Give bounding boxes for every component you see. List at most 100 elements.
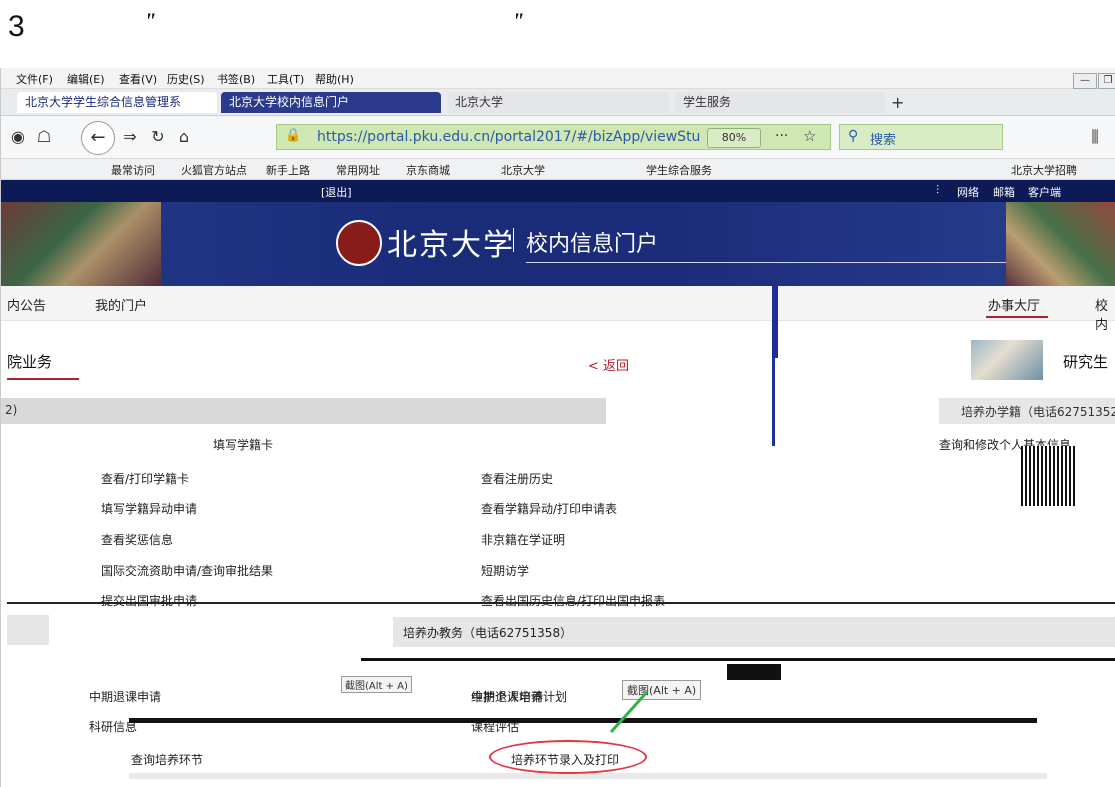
- bookmark-item[interactable]: 学生综合服务: [646, 162, 712, 178]
- lock-icon: 🔒: [285, 128, 302, 143]
- menu-bookmarks[interactable]: 书签(B): [217, 71, 255, 87]
- tab-pku[interactable]: 北京大学: [447, 92, 669, 113]
- tab-label: 北京大学校内信息门户: [229, 95, 350, 109]
- tab-student-service[interactable]: 学生服务: [675, 92, 885, 113]
- close-quote: ": [512, 8, 525, 33]
- link-personal-plan[interactable]: 维护个人培养计划: [471, 688, 567, 705]
- portal-top-strip: [退出] ⫶ 网络 邮箱 客户端: [1, 180, 1115, 202]
- menu-view[interactable]: 查看(V): [119, 71, 157, 87]
- link-abroad-history[interactable]: 查看出国历史信息/打印出国申报表: [481, 592, 665, 609]
- forward-icon[interactable]: ⇒: [117, 124, 143, 150]
- step-number: 3: [8, 10, 25, 43]
- university-seal-icon: [336, 220, 382, 266]
- menu-help[interactable]: 帮助(H): [315, 71, 354, 87]
- graduate-thumbnail-image: [971, 340, 1043, 380]
- portal-subnav: 内公告 我的门户 办事大厅 校内: [1, 286, 1115, 333]
- section-title-right: 研究生: [1063, 353, 1109, 371]
- render-artifact-block: [727, 664, 781, 680]
- sidebar-icon[interactable]: ☖: [31, 124, 57, 150]
- link-awards-info[interactable]: 查看奖惩信息: [101, 531, 173, 548]
- link-fill-student-card[interactable]: 填写学籍卡: [213, 436, 273, 453]
- reload-icon[interactable]: ↻: [145, 124, 171, 150]
- back-button[interactable]: ←: [81, 121, 115, 155]
- banner-divider: [513, 228, 514, 252]
- bookmark-item[interactable]: 北京大学招聘: [1011, 162, 1077, 178]
- top-link-mail[interactable]: 邮箱: [993, 184, 1015, 200]
- menu-edit[interactable]: 编辑(E): [67, 71, 105, 87]
- page-actions-icon[interactable]: ···: [775, 128, 788, 144]
- bookmarks-bar: 最常访问 火狐官方站点 新手上路 常用网址 京东商城 北京大学 学生综合服务 北…: [1, 159, 1115, 180]
- render-artifact: [1021, 446, 1077, 506]
- category-bar-text: 2): [5, 403, 18, 417]
- top-link-client[interactable]: 客户端: [1028, 184, 1061, 200]
- menu-bar: 文件(F) 编辑(E) 查看(V) 历史(S) 书签(B) 工具(T) 帮助(H…: [1, 68, 1115, 89]
- portal-banner: 北京大学 校内信息门户: [1, 202, 1115, 286]
- subnav-campus[interactable]: 校内: [1095, 295, 1115, 333]
- search-box[interactable]: ⚲ 搜索: [839, 124, 1003, 150]
- bookmark-item[interactable]: 火狐官方站点: [181, 162, 247, 178]
- bookmark-item[interactable]: 常用网址: [336, 162, 380, 178]
- tab-portal[interactable]: 北京大学校内信息门户: [221, 92, 441, 113]
- search-placeholder: 搜索: [870, 133, 897, 148]
- link-view-status-change[interactable]: 查看学籍异动/打印申请表: [481, 500, 617, 517]
- campus-scenery-image: [1006, 202, 1115, 286]
- university-name: 北京大学: [387, 228, 515, 263]
- tab-bar: 北京大学学生综合信息管理系 北京大学校内信息门户 北京大学 学生服务 +: [1, 89, 1115, 116]
- top-link-network[interactable]: 网络: [957, 184, 979, 200]
- render-artifact-line: [7, 602, 1115, 604]
- bookmark-item[interactable]: 京东商城: [406, 162, 450, 178]
- bookmark-item[interactable]: 新手上路: [266, 162, 310, 178]
- highlight-circle: [489, 740, 647, 774]
- portal-name: 校内信息门户: [526, 232, 659, 257]
- link-query-training[interactable]: 查询培养环节: [131, 751, 203, 768]
- browser-window: 文件(F) 编辑(E) 查看(V) 历史(S) 书签(B) 工具(T) 帮助(H…: [0, 68, 1115, 787]
- menu-history[interactable]: 历史(S): [167, 71, 205, 87]
- extension-icon[interactable]: ◉: [5, 124, 31, 150]
- zoom-indicator[interactable]: 80%: [707, 128, 761, 148]
- restore-icon[interactable]: ❐: [1098, 73, 1115, 89]
- new-tab-icon[interactable]: +: [891, 93, 904, 112]
- library-icon[interactable]: ⫼: [1079, 124, 1111, 150]
- link-view-print-card[interactable]: 查看/打印学籍卡: [101, 470, 189, 487]
- section-title-underline: [7, 378, 79, 380]
- subnav-announcements[interactable]: 内公告: [7, 295, 46, 314]
- scrollbar-track: [772, 358, 775, 446]
- link-submit-abroad[interactable]: 提交出国审批申请: [101, 592, 197, 609]
- banner-rule: [526, 262, 1006, 263]
- tab-label: 学生服务: [683, 95, 732, 109]
- category-bar-text: 培养办教务（电话62751358）: [403, 626, 573, 640]
- active-tab-indicator: [986, 316, 1048, 318]
- render-artifact-line: [129, 718, 1037, 723]
- row-separator: [129, 773, 1047, 779]
- subnav-my-portal[interactable]: 我的门户: [95, 295, 147, 314]
- open-quote: ": [144, 8, 157, 33]
- url-text: https://portal.pku.edu.cn/portal2017/#/b…: [317, 129, 701, 145]
- bookmark-item[interactable]: 北京大学: [501, 162, 545, 178]
- subnav-service-hall[interactable]: 办事大厅: [988, 295, 1040, 314]
- search-icon: ⚲: [848, 128, 859, 144]
- link-registration-history[interactable]: 查看注册历史: [481, 470, 553, 487]
- link-short-visit[interactable]: 短期访学: [481, 562, 529, 579]
- tab-student-system[interactable]: 北京大学学生综合信息管理系: [17, 92, 217, 113]
- link-intl-exchange[interactable]: 国际交流资助申请/查询审批结果: [101, 562, 273, 579]
- category-bar-text: 培养办学籍（电话62751352: [961, 405, 1115, 419]
- url-bar[interactable]: 🔒 https://portal.pku.edu.cn/portal2017/#…: [276, 124, 831, 150]
- link-status-change-apply[interactable]: 填写学籍异动申请: [101, 500, 197, 517]
- logout-link[interactable]: [退出]: [321, 184, 352, 200]
- link-non-beijing-proof[interactable]: 非京籍在学证明: [481, 531, 565, 548]
- scrollbar-handle[interactable]: [772, 286, 778, 358]
- home-icon[interactable]: ⌂: [171, 124, 197, 150]
- navigation-toolbar: ◉ ☖ ← ⇒ ↻ ⌂ 🔒 https://portal.pku.edu.cn/…: [1, 116, 1115, 159]
- category-bar-right: 培养办学籍（电话62751352: [939, 398, 1115, 424]
- bookmark-item[interactable]: 最常访问: [111, 162, 155, 178]
- campus-scenery-image: [1, 202, 161, 286]
- section-title-left: 院业务: [7, 353, 53, 371]
- menu-tools[interactable]: 工具(T): [267, 71, 304, 87]
- minimize-icon[interactable]: —: [1073, 73, 1097, 89]
- menu-file[interactable]: 文件(F): [16, 71, 53, 87]
- bookmark-star-icon[interactable]: ☆: [803, 127, 816, 145]
- category-bar-jiaowu: 培养办教务（电话62751358）: [393, 617, 1115, 647]
- back-link[interactable]: < 返回: [588, 355, 629, 374]
- tab-label: 北京大学学生综合信息管理系: [25, 95, 182, 109]
- link-midterm-drop[interactable]: 中期退课申请: [89, 688, 161, 705]
